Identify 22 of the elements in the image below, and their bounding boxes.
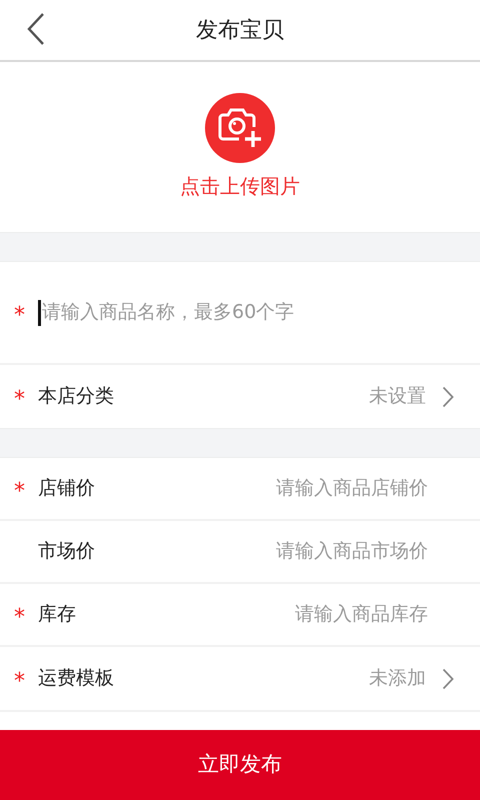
select-value[interactable]: 未添加 (369, 664, 426, 693)
required-mark: * (14, 604, 26, 628)
chevron-right-icon[interactable] (442, 668, 454, 690)
required-mark: * (14, 386, 26, 410)
required-mark: * (14, 478, 26, 502)
chevron-right-icon[interactable] (442, 386, 454, 408)
input-field[interactable]: 请输入商品库存 (168, 600, 428, 629)
product-name-field[interactable]: 请输入商品名称，最多60个字 (42, 298, 362, 327)
field-label: 市场价 (38, 539, 95, 564)
upload-label[interactable]: 点击上传图片 (180, 171, 300, 201)
required-mark: * (14, 302, 26, 326)
field-label: 库存 (38, 602, 76, 628)
select-value[interactable]: 未设置 (369, 382, 426, 411)
back-button[interactable] (26, 12, 46, 46)
field-label: 本店分类 (38, 384, 114, 410)
field-label: 店铺价 (38, 476, 95, 502)
input-field[interactable]: 请输入商品店铺价 (168, 474, 428, 503)
input-field[interactable]: 请输入商品市场价 (168, 537, 428, 566)
page-title: 发布宝贝 (196, 16, 284, 44)
publish-button[interactable]: 立即发布 (0, 730, 480, 800)
field-label: 运费模板 (38, 666, 114, 692)
required-mark: * (14, 668, 26, 692)
